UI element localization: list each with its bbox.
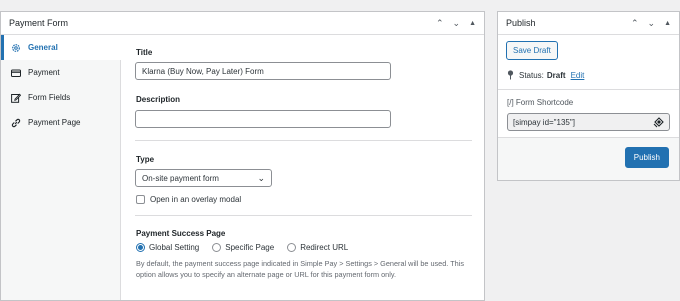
- tab-payment[interactable]: Payment: [1, 60, 120, 85]
- description-label: Description: [136, 95, 181, 104]
- description-input[interactable]: [135, 110, 391, 128]
- section-divider-2: [135, 215, 472, 216]
- card-icon: [11, 69, 21, 77]
- copy-icon[interactable]: [653, 116, 664, 128]
- radio-specific-page[interactable]: Specific Page: [212, 243, 274, 252]
- overlay-checkbox-row[interactable]: Open in an overlay modal: [136, 195, 241, 204]
- tab-general[interactable]: General: [1, 35, 121, 60]
- link-icon: [11, 118, 21, 127]
- radio-specific-page-label: Specific Page: [225, 243, 275, 252]
- radio-redirect-url-label: Redirect URL: [300, 243, 349, 252]
- success-page-options: Global Setting Specific Page Redirect UR…: [136, 243, 356, 252]
- payment-form-header: Payment Form ⌃ ⌄ ▲: [1, 12, 484, 35]
- publish-header: Publish ⌃ ⌄ ▲: [498, 12, 679, 35]
- chevron-down-icon[interactable]: ⌄: [648, 18, 656, 28]
- shortcode-field[interactable]: [simpay id="135"]: [507, 113, 670, 131]
- radio-global-setting[interactable]: Global Setting: [136, 243, 199, 252]
- tab-form-fields[interactable]: Form Fields: [1, 85, 120, 110]
- toggle-panel-icon[interactable]: ▲: [664, 20, 671, 27]
- toggle-panel-icon[interactable]: ▲: [469, 20, 476, 27]
- type-select[interactable]: On-site payment form ⌄: [135, 169, 272, 187]
- tab-payment-page[interactable]: Payment Page: [1, 110, 120, 135]
- type-label: Type: [136, 155, 155, 164]
- section-divider: [135, 140, 472, 141]
- publish-divider: [498, 89, 679, 90]
- publish-button[interactable]: Publish: [624, 147, 669, 168]
- title-label: Title: [136, 48, 153, 57]
- type-select-value: On-site payment form: [142, 173, 219, 183]
- payment-form-box: Payment Form ⌃ ⌄ ▲ General Payment Form …: [0, 11, 485, 301]
- overlay-checkbox[interactable]: [136, 195, 145, 204]
- chevron-up-icon[interactable]: ⌃: [631, 18, 639, 28]
- radio-redirect-url[interactable]: Redirect URL: [287, 243, 348, 252]
- post-status: Status: Draft Edit: [507, 70, 584, 80]
- radio-specific-page-input[interactable]: [212, 243, 222, 252]
- save-draft-button[interactable]: Save Draft: [506, 41, 558, 60]
- payment-form-title: Payment Form: [9, 18, 69, 28]
- radio-global-setting-input[interactable]: [136, 243, 145, 252]
- publish-title: Publish: [506, 18, 536, 28]
- shortcode-label: [/] Form Shortcode: [507, 98, 574, 107]
- shortcode-value: [simpay id="135"]: [513, 117, 575, 127]
- success-page-help: By default, the payment success page ind…: [136, 259, 465, 279]
- publish-box: Publish ⌃ ⌄ ▲ Save Draft Status: Draft E…: [497, 11, 680, 181]
- settings-tabs: General Payment Form Fields Payment Page: [1, 35, 121, 300]
- status-prefix: Status:: [519, 70, 544, 80]
- tab-payment-label: Payment: [28, 68, 60, 77]
- chevron-up-icon[interactable]: ⌃: [436, 18, 444, 28]
- radio-redirect-url-input[interactable]: [287, 243, 297, 252]
- chevron-down-icon: ⌄: [257, 172, 265, 183]
- success-page-label: Payment Success Page: [136, 229, 226, 238]
- tab-general-label: General: [28, 43, 58, 52]
- overlay-checkbox-label: Open in an overlay modal: [150, 195, 242, 204]
- tab-payment-page-label: Payment Page: [28, 118, 81, 127]
- tab-form-fields-label: Form Fields: [28, 93, 71, 102]
- chevron-down-icon[interactable]: ⌄: [453, 18, 461, 28]
- status-value: Draft: [546, 70, 566, 80]
- edit-icon: [11, 93, 21, 103]
- radio-global-setting-label: Global Setting: [149, 243, 200, 252]
- status-edit-link[interactable]: Edit: [571, 71, 585, 80]
- publish-footer: Publish: [498, 137, 679, 180]
- title-input[interactable]: Klarna (Buy Now, Pay Later) Form: [135, 62, 391, 80]
- gear-icon: [12, 43, 20, 52]
- pin-icon: [507, 70, 514, 80]
